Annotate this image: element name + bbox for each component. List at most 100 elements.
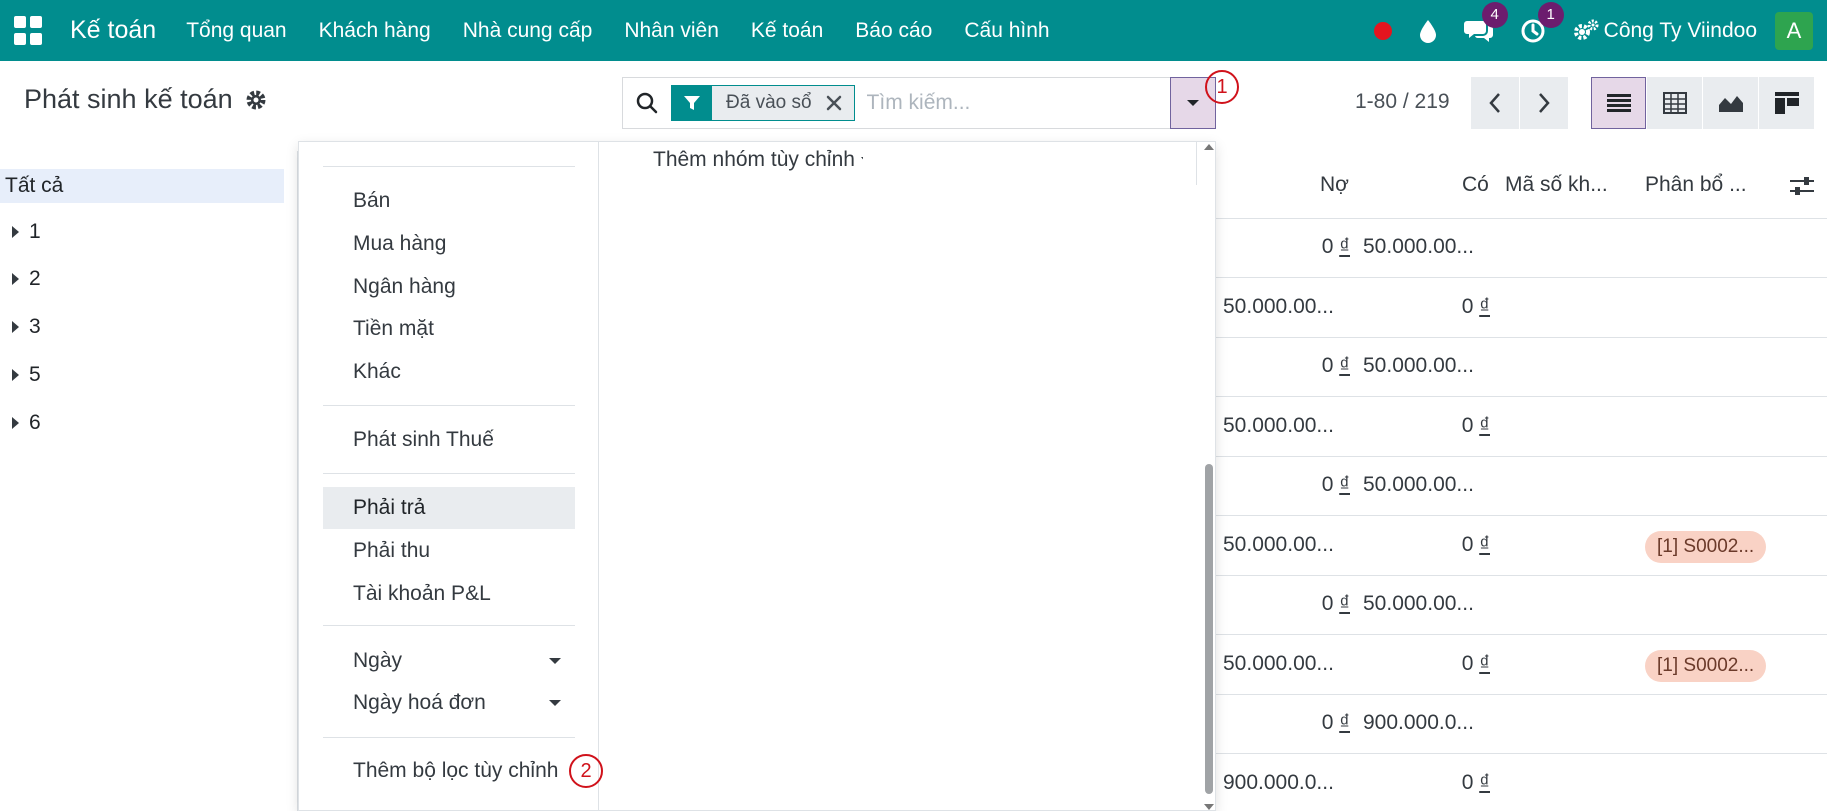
caret-down-icon — [1187, 100, 1199, 106]
filters-column: Bán Mua hàng Ngân hàng Tiền mặt Khác Phá… — [299, 142, 599, 811]
menu-accounting[interactable]: Kế toán — [735, 19, 839, 43]
add-custom-group-select[interactable]: Thêm nhóm tùy chỉnh — [653, 148, 863, 172]
divider — [323, 405, 575, 406]
settings-cogs-icon[interactable] — [1572, 18, 1600, 44]
table-row[interactable]: 50.000.00... 0 ₫ — [1215, 279, 1827, 338]
pivot-view-button[interactable] — [1647, 77, 1702, 129]
menu-vendors[interactable]: Nhà cung cấp — [447, 19, 609, 43]
filter-other[interactable]: Khác — [323, 351, 575, 393]
menu-reports[interactable]: Báo cáo — [839, 19, 948, 43]
debit-value: 0 — [1321, 711, 1334, 734]
column-credit[interactable]: Có — [1462, 173, 1489, 197]
table-grid-icon — [1662, 92, 1687, 114]
debit-cell: 0 ₫ — [1322, 473, 1350, 497]
menu-configuration[interactable]: Cấu hình — [948, 19, 1065, 43]
caret-right-icon — [12, 417, 19, 429]
add-custom-filter[interactable]: Thêm bộ lọc tùy chỉnh — [323, 750, 575, 792]
apps-grid-icon[interactable] — [14, 15, 44, 46]
table-row[interactable]: 50.000.00... 0 ₫ — [1215, 398, 1827, 457]
debit-value: 0 — [1321, 592, 1334, 615]
table-row[interactable]: 50.000.00... 0 ₫ [1] S0002... — [1215, 517, 1827, 576]
status-dot-icon[interactable] — [1373, 21, 1392, 40]
credit-cell: 0 ₫ — [1462, 771, 1490, 795]
pager-next-button[interactable] — [1520, 77, 1568, 129]
avatar[interactable]: A — [1775, 11, 1813, 50]
scroll-thumb[interactable] — [1205, 464, 1213, 794]
side-panel-item[interactable]: 3 — [12, 315, 41, 339]
dropdown-scrollbar[interactable] — [1202, 142, 1216, 811]
currency-symbol: ₫ — [1339, 354, 1350, 377]
filter-pl-accounts[interactable]: Tài khoản P&L — [323, 573, 575, 615]
currency-symbol: ₫ — [1479, 651, 1490, 675]
menu-overview[interactable]: Tổng quan — [170, 19, 302, 43]
debit-cell: 0 ₫ — [1322, 354, 1350, 378]
graph-view-button[interactable] — [1703, 77, 1758, 129]
currency-symbol: ₫ — [1339, 592, 1350, 615]
side-panel-item[interactable]: 1 — [12, 220, 41, 244]
top-navbar: Kế toán Tổng quan Khách hàng Nhà cung cấ… — [0, 0, 1827, 61]
scroll-down-arrow-icon[interactable] — [1204, 804, 1214, 810]
column-allocation[interactable]: Phân bổ ... — [1645, 173, 1747, 197]
filter-bank[interactable]: Ngân hàng — [323, 266, 575, 308]
app-brand[interactable]: Kế toán — [70, 16, 156, 45]
menu-employees[interactable]: Nhân viên — [608, 19, 735, 43]
filter-invoice-date[interactable]: Ngày hoá đơn — [323, 682, 575, 724]
chat-icon[interactable]: 4 — [1463, 1, 1508, 44]
debit-value: 0 — [1321, 473, 1334, 496]
pager-previous-button[interactable] — [1471, 77, 1519, 129]
column-settings-icon[interactable] — [1790, 175, 1814, 203]
currency-symbol: ₫ — [1479, 770, 1490, 794]
side-panel-item-label: 5 — [29, 363, 41, 386]
column-debit[interactable]: Nợ — [1320, 173, 1349, 197]
allocation-tag[interactable]: [1] S0002... — [1645, 649, 1767, 682]
currency-symbol: ₫ — [1339, 235, 1350, 258]
chat-badge: 4 — [1481, 1, 1508, 28]
debit-cell: 50.000.00... — [1223, 532, 1334, 556]
filter-receivable[interactable]: Phải thu — [323, 530, 575, 572]
filter-payable[interactable]: Phải trả — [323, 487, 575, 529]
pager-value[interactable]: 1-80 / 219 — [1355, 90, 1450, 114]
filter-tax-lines[interactable]: Phát sinh Thuế — [323, 419, 575, 461]
currency-symbol: ₫ — [1479, 294, 1490, 318]
search-input[interactable] — [866, 91, 1157, 115]
search-options-dropdown: Bán Mua hàng Ngân hàng Tiền mặt Khác Phá… — [298, 141, 1216, 811]
side-panel-item[interactable]: 6 — [12, 411, 41, 435]
credit-cell: 50.000.00... — [1363, 592, 1474, 615]
side-panel-item-label: 2 — [29, 267, 41, 290]
credit-cell: 0 ₫ — [1462, 414, 1490, 438]
gear-icon[interactable] — [245, 89, 267, 111]
caret-right-icon — [12, 226, 19, 238]
caret-down-icon — [860, 157, 863, 163]
clock-icon[interactable]: 1 — [1520, 1, 1564, 44]
search-icon[interactable] — [635, 91, 659, 115]
menu-customers[interactable]: Khách hàng — [303, 19, 447, 43]
credit-cell: 0 ₫ — [1462, 652, 1490, 676]
table-row[interactable]: 0 ₫ 50.000.00... — [1215, 576, 1827, 635]
filter-purchase[interactable]: Mua hàng — [323, 223, 575, 265]
side-panel-item[interactable]: 2 — [12, 267, 41, 291]
filter-date[interactable]: Ngày — [323, 640, 575, 682]
side-panel-item[interactable]: 5 — [12, 363, 41, 387]
filter-cash[interactable]: Tiền mặt — [323, 308, 575, 350]
table-row[interactable]: 0 ₫ 50.000.00... — [1215, 338, 1827, 397]
close-icon[interactable] — [821, 86, 854, 120]
table-row[interactable]: 900.000.0... 0 ₫ — [1215, 755, 1827, 811]
droplet-icon[interactable] — [1418, 19, 1438, 43]
filter-icon — [672, 86, 712, 120]
kanban-icon — [1774, 92, 1799, 114]
table-row[interactable]: 50.000.00... 0 ₫ [1] S0002... — [1215, 636, 1827, 695]
column-tax-code[interactable]: Mã số kh... — [1505, 173, 1608, 197]
caret-right-icon — [12, 321, 19, 333]
allocation-tag[interactable]: [1] S0002... — [1645, 530, 1767, 563]
filter-date-label: Ngày — [353, 649, 403, 672]
debit-value: 0 — [1321, 354, 1334, 377]
scroll-up-arrow-icon[interactable] — [1204, 144, 1214, 150]
kanban-view-button[interactable] — [1759, 77, 1814, 129]
company-switcher[interactable]: Công Ty Viindoo — [1604, 19, 1757, 43]
table-row[interactable]: 0 ₫ 50.000.00... — [1215, 457, 1827, 516]
table-row[interactable]: 0 ₫ 900.000.0... — [1215, 695, 1827, 754]
filter-sale[interactable]: Bán — [323, 180, 575, 222]
table-row[interactable]: 0 ₫ 50.000.00... — [1215, 219, 1827, 278]
list-view-button[interactable] — [1591, 77, 1646, 129]
side-panel-all[interactable]: Tất cả — [0, 169, 284, 203]
